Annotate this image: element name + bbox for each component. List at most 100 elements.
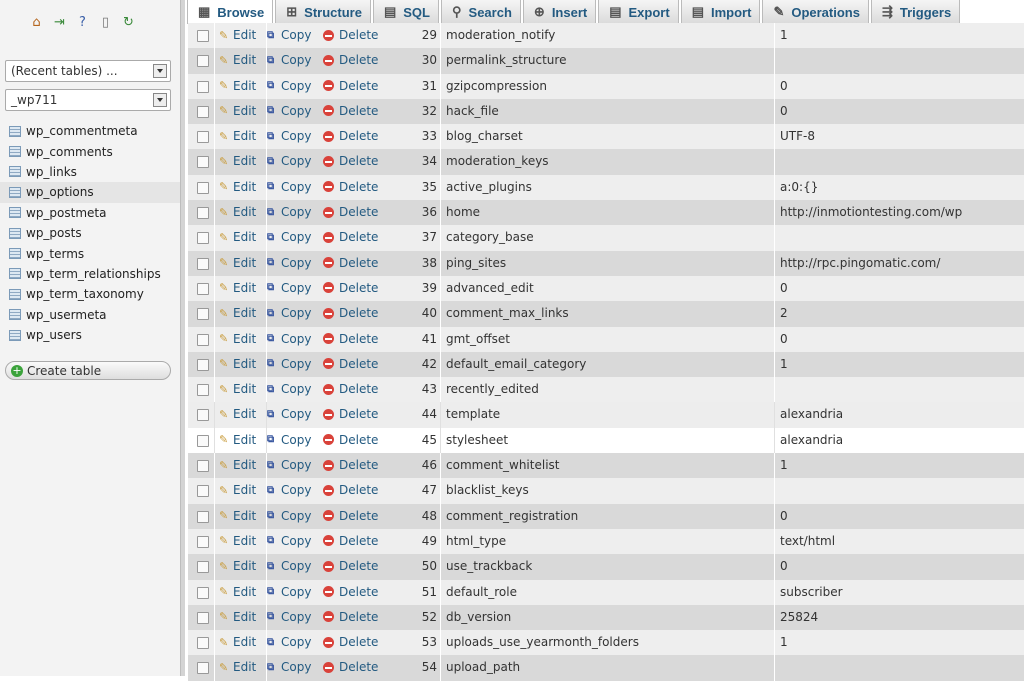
edit-link[interactable]: ✎ Edit: [219, 79, 256, 93]
row-checkbox[interactable]: [197, 232, 209, 245]
delete-link[interactable]: Delete: [323, 104, 378, 118]
row-checkbox[interactable]: [197, 55, 209, 68]
copy-link[interactable]: ⧉ Copy: [267, 154, 311, 168]
edit-link[interactable]: ✎ Edit: [219, 357, 256, 371]
sidebar-item-wp-options[interactable]: wp_options: [0, 182, 180, 203]
edit-link[interactable]: ✎ Edit: [219, 635, 256, 649]
copy-link[interactable]: ⧉ Copy: [267, 635, 311, 649]
delete-link[interactable]: Delete: [323, 332, 378, 346]
copy-link[interactable]: ⧉ Copy: [267, 559, 311, 573]
sidebar-item-wp-users[interactable]: wp_users: [0, 325, 180, 345]
sidebar-item-wp-comments[interactable]: wp_comments: [0, 141, 180, 161]
edit-link[interactable]: ✎ Edit: [219, 104, 256, 118]
edit-link[interactable]: ✎ Edit: [219, 534, 256, 548]
edit-link[interactable]: ✎ Edit: [219, 433, 256, 447]
edit-link[interactable]: ✎ Edit: [219, 205, 256, 219]
copy-link[interactable]: ⧉ Copy: [267, 230, 311, 244]
row-checkbox[interactable]: [197, 131, 209, 144]
copy-link[interactable]: ⧉ Copy: [267, 332, 311, 346]
delete-link[interactable]: Delete: [323, 382, 378, 396]
copy-link[interactable]: ⧉ Copy: [267, 180, 311, 194]
copy-link[interactable]: ⧉ Copy: [267, 407, 311, 421]
sidebar-item-wp-postmeta[interactable]: wp_postmeta: [0, 203, 180, 223]
row-checkbox[interactable]: [197, 333, 209, 346]
row-checkbox[interactable]: [197, 282, 209, 295]
copy-link[interactable]: ⧉ Copy: [267, 433, 311, 447]
delete-link[interactable]: Delete: [323, 53, 378, 67]
delete-link[interactable]: Delete: [323, 180, 378, 194]
copy-link[interactable]: ⧉ Copy: [267, 483, 311, 497]
edit-link[interactable]: ✎ Edit: [219, 610, 256, 624]
delete-link[interactable]: Delete: [323, 407, 378, 421]
sidebar-item-wp-term-taxonomy[interactable]: wp_term_taxonomy: [0, 284, 180, 304]
copy-link[interactable]: ⧉ Copy: [267, 129, 311, 143]
delete-link[interactable]: Delete: [323, 483, 378, 497]
tab-operations[interactable]: ✎ Operations: [762, 0, 869, 24]
delete-link[interactable]: Delete: [323, 610, 378, 624]
delete-link[interactable]: Delete: [323, 230, 378, 244]
row-checkbox[interactable]: [197, 308, 209, 321]
copy-link[interactable]: ⧉ Copy: [267, 104, 311, 118]
copy-link[interactable]: ⧉ Copy: [267, 534, 311, 548]
delete-link[interactable]: Delete: [323, 357, 378, 371]
delete-link[interactable]: Delete: [323, 509, 378, 523]
tab-structure[interactable]: ⊞ Structure: [275, 0, 371, 24]
edit-link[interactable]: ✎ Edit: [219, 154, 256, 168]
copy-link[interactable]: ⧉ Copy: [267, 28, 311, 42]
row-checkbox[interactable]: [197, 485, 209, 498]
copy-link[interactable]: ⧉ Copy: [267, 256, 311, 270]
delete-link[interactable]: Delete: [323, 534, 378, 548]
copy-link[interactable]: ⧉ Copy: [267, 509, 311, 523]
copy-link[interactable]: ⧉ Copy: [267, 53, 311, 67]
row-checkbox[interactable]: [197, 611, 209, 624]
delete-link[interactable]: Delete: [323, 660, 378, 674]
row-checkbox[interactable]: [197, 105, 209, 118]
row-checkbox[interactable]: [197, 535, 209, 548]
logout-icon[interactable]: ⇥: [51, 14, 68, 31]
delete-link[interactable]: Delete: [323, 585, 378, 599]
row-checkbox[interactable]: [197, 434, 209, 447]
sidebar-item-wp-usermeta[interactable]: wp_usermeta: [0, 305, 180, 325]
delete-link[interactable]: Delete: [323, 256, 378, 270]
home-icon[interactable]: ⌂: [28, 14, 45, 31]
copy-link[interactable]: ⧉ Copy: [267, 205, 311, 219]
reload-icon[interactable]: ↻: [120, 14, 137, 31]
edit-link[interactable]: ✎ Edit: [219, 230, 256, 244]
row-checkbox[interactable]: [197, 662, 209, 675]
delete-link[interactable]: Delete: [323, 433, 378, 447]
delete-link[interactable]: Delete: [323, 205, 378, 219]
edit-link[interactable]: ✎ Edit: [219, 407, 256, 421]
delete-link[interactable]: Delete: [323, 559, 378, 573]
edit-link[interactable]: ✎ Edit: [219, 256, 256, 270]
edit-link[interactable]: ✎ Edit: [219, 129, 256, 143]
edit-link[interactable]: ✎ Edit: [219, 53, 256, 67]
delete-link[interactable]: Delete: [323, 79, 378, 93]
database-select[interactable]: _wp711: [5, 89, 171, 111]
tab-browse[interactable]: ▦ Browse: [187, 0, 274, 24]
copy-link[interactable]: ⧉ Copy: [267, 281, 311, 295]
edit-link[interactable]: ✎ Edit: [219, 306, 256, 320]
row-checkbox[interactable]: [197, 409, 209, 422]
copy-link[interactable]: ⧉ Copy: [267, 357, 311, 371]
edit-link[interactable]: ✎ Edit: [219, 660, 256, 674]
delete-link[interactable]: Delete: [323, 306, 378, 320]
row-checkbox[interactable]: [197, 637, 209, 650]
edit-link[interactable]: ✎ Edit: [219, 180, 256, 194]
docs-icon[interactable]: ▯: [97, 14, 114, 31]
copy-link[interactable]: ⧉ Copy: [267, 585, 311, 599]
row-checkbox[interactable]: [197, 257, 209, 270]
row-checkbox[interactable]: [197, 30, 209, 42]
edit-link[interactable]: ✎ Edit: [219, 382, 256, 396]
create-table-button[interactable]: + Create table: [5, 361, 171, 380]
copy-link[interactable]: ⧉ Copy: [267, 458, 311, 472]
copy-link[interactable]: ⧉ Copy: [267, 382, 311, 396]
row-checkbox[interactable]: [197, 510, 209, 523]
sidebar-resize-handle[interactable]: [180, 0, 185, 676]
delete-link[interactable]: Delete: [323, 28, 378, 42]
sidebar-item-wp-terms[interactable]: wp_terms: [0, 243, 180, 263]
tab-insert[interactable]: ⊕ Insert: [522, 0, 597, 24]
edit-link[interactable]: ✎ Edit: [219, 28, 256, 42]
row-checkbox[interactable]: [197, 384, 209, 397]
row-checkbox[interactable]: [197, 460, 209, 473]
edit-link[interactable]: ✎ Edit: [219, 483, 256, 497]
